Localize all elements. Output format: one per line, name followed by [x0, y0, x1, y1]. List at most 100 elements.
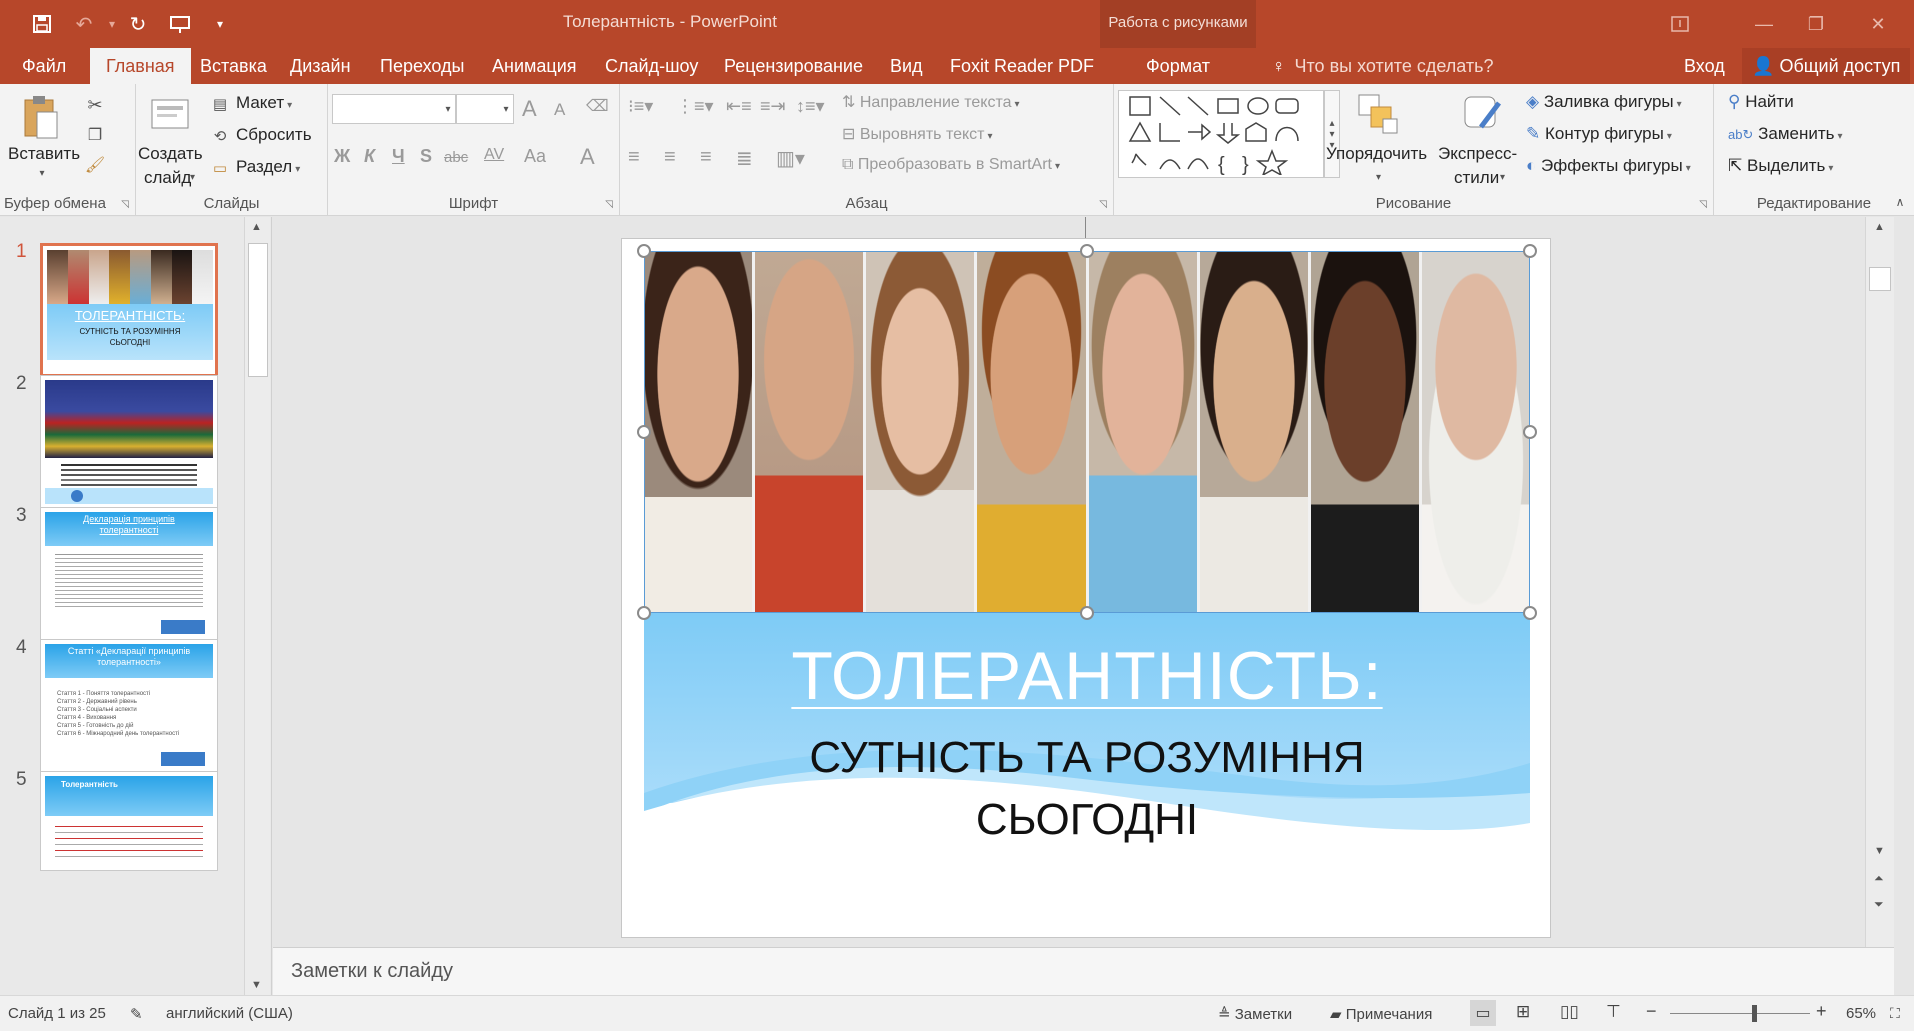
- zoom-slider-thumb[interactable]: [1751, 1005, 1757, 1022]
- close-icon[interactable]: ✕: [1856, 8, 1900, 40]
- signin-link[interactable]: Вход: [1684, 48, 1725, 84]
- shrink-font-button[interactable]: A: [554, 100, 565, 120]
- zoom-level[interactable]: 65%: [1846, 1005, 1876, 1022]
- arrange-icon[interactable]: [1354, 90, 1402, 138]
- paste-dropdown-icon[interactable]: ▾: [36, 168, 48, 179]
- resize-handle-e[interactable]: [1523, 425, 1537, 439]
- new-slide-label-2[interactable]: слайд: [144, 168, 191, 188]
- scroll-up-icon[interactable]: ▲: [251, 221, 262, 233]
- resize-handle-se[interactable]: [1523, 606, 1537, 620]
- font-name-dropdown-icon[interactable]: ▾: [440, 96, 456, 122]
- reset-icon[interactable]: ⟲: [210, 126, 230, 146]
- fit-slide-icon[interactable]: ⛶: [1890, 1005, 1900, 1022]
- tab-foxit[interactable]: Foxit Reader PDF: [950, 48, 1094, 84]
- select-button[interactable]: ⇱ Выделить ▾: [1728, 156, 1833, 176]
- tab-file[interactable]: Файл: [22, 48, 66, 84]
- resize-handle-nw[interactable]: [637, 244, 651, 258]
- resize-handle-sw[interactable]: [637, 606, 651, 620]
- spellcheck-icon[interactable]: ✎: [130, 1005, 143, 1023]
- slide-thumbnail-4[interactable]: Статті «Декларації принципів толерантнос…: [40, 639, 218, 773]
- align-left-icon[interactable]: ≡: [628, 146, 640, 169]
- format-painter-icon[interactable]: 🖌: [84, 154, 106, 176]
- bold-button[interactable]: Ж: [334, 146, 350, 167]
- scroll-down-icon[interactable]: ▼: [251, 979, 262, 991]
- shape-fill-button[interactable]: ◈ Заливка фигуры ▾: [1526, 92, 1682, 112]
- quick-styles-label-1[interactable]: Экспресс-: [1438, 144, 1517, 164]
- section-icon[interactable]: ▭: [210, 158, 230, 178]
- comments-toggle[interactable]: ▰ Примечания: [1330, 1005, 1432, 1023]
- quick-styles-dropdown-icon[interactable]: ▾: [1500, 172, 1505, 183]
- new-slide-label-1[interactable]: Создать: [138, 144, 203, 164]
- arrange-dropdown-icon[interactable]: ▾: [1376, 172, 1381, 183]
- justify-icon[interactable]: ≣: [736, 146, 753, 171]
- numbering-icon[interactable]: ⋮≡▾: [676, 96, 714, 117]
- normal-view-icon[interactable]: ▭: [1470, 1000, 1496, 1026]
- clear-format-icon[interactable]: ⌫: [586, 96, 609, 116]
- layout-icon[interactable]: ▤: [210, 94, 230, 114]
- scroll-thumb[interactable]: [248, 243, 268, 377]
- resize-handle-w[interactable]: [637, 425, 651, 439]
- notes-placeholder[interactable]: Заметки к слайду: [291, 960, 453, 983]
- scroll-thumb[interactable]: [1869, 267, 1891, 291]
- italic-button[interactable]: К: [364, 146, 375, 167]
- tab-format[interactable]: Формат: [1146, 48, 1210, 84]
- quick-styles-icon[interactable]: [1458, 90, 1506, 138]
- thumbnails-scrollbar[interactable]: ▲ ▼: [244, 217, 270, 995]
- align-right-icon[interactable]: ≡: [700, 146, 712, 169]
- previous-slide-icon[interactable]: ⏶: [1874, 871, 1884, 886]
- ribbon-display-icon[interactable]: [1658, 8, 1702, 40]
- shape-outline-button[interactable]: ✎ Контур фигуры ▾: [1526, 124, 1672, 144]
- decrease-indent-icon[interactable]: ⇤≡: [726, 96, 752, 117]
- resize-handle-s[interactable]: [1080, 606, 1094, 620]
- bullets-icon[interactable]: ⁝≡▾: [628, 96, 653, 117]
- slide-thumbnail-3[interactable]: Декларація принципів толерантності: [40, 507, 218, 641]
- share-button[interactable]: 👤 Общий доступ: [1742, 48, 1911, 84]
- grow-font-button[interactable]: A: [522, 96, 537, 122]
- notes-pane[interactable]: Заметки к слайду: [273, 947, 1894, 995]
- tab-home[interactable]: Главная: [90, 48, 191, 84]
- font-name-combo[interactable]: [332, 94, 456, 124]
- people-photo[interactable]: [644, 251, 1530, 613]
- slide-thumbnail-1[interactable]: ТОЛЕРАНТНІСТЬ: СУТНІСТЬ ТА РОЗУМІННЯ СЬО…: [40, 243, 218, 377]
- smartart-button[interactable]: ⧉ Преобразовать в SmartArt ▾: [842, 156, 1060, 174]
- editor-scrollbar[interactable]: ▲ ▼ ⏶ ⏷: [1865, 217, 1894, 947]
- section-button[interactable]: Раздел ▾: [236, 157, 300, 177]
- slide-sorter-icon[interactable]: ⊞: [1516, 1002, 1530, 1022]
- scroll-up-icon[interactable]: ▲: [1874, 221, 1885, 233]
- new-slide-icon[interactable]: [148, 92, 192, 136]
- quick-styles-label-2[interactable]: стили: [1454, 168, 1499, 188]
- resize-handle-ne[interactable]: [1523, 244, 1537, 258]
- collapse-ribbon-icon[interactable]: ∧: [1890, 192, 1910, 212]
- scroll-down-icon[interactable]: ▼: [1874, 845, 1885, 857]
- columns-icon[interactable]: ▥▾: [776, 146, 805, 171]
- shadow-button[interactable]: S: [420, 146, 432, 167]
- cut-icon[interactable]: ✂: [84, 94, 106, 116]
- change-case-button[interactable]: Aa: [524, 146, 546, 167]
- zoom-in-icon[interactable]: +: [1816, 1001, 1827, 1022]
- current-slide[interactable]: ТОЛЕРАНТНІСТЬ: СУТНІСТЬ ТА РОЗУМІННЯ СЬО…: [621, 238, 1551, 938]
- copy-icon[interactable]: ❐: [84, 124, 106, 146]
- language-indicator[interactable]: английский (США): [166, 1005, 293, 1022]
- notes-toggle[interactable]: ≜ Заметки: [1218, 1005, 1292, 1023]
- reset-button[interactable]: Сбросить: [236, 125, 312, 145]
- clipboard-launcher-icon[interactable]: ◹: [121, 199, 129, 210]
- font-launcher-icon[interactable]: ◹: [605, 199, 613, 210]
- resize-handle-n[interactable]: [1080, 244, 1094, 258]
- underline-button[interactable]: Ч: [392, 146, 405, 167]
- reading-view-icon[interactable]: ▯▯: [1560, 1002, 1579, 1022]
- layout-button[interactable]: Макет ▾: [236, 93, 292, 113]
- paste-label[interactable]: Вставить: [8, 144, 80, 164]
- slide-thumbnail-2[interactable]: [40, 375, 218, 509]
- find-button[interactable]: ⚲ Найти: [1728, 92, 1794, 112]
- zoom-slider[interactable]: [1670, 1005, 1810, 1022]
- char-spacing-button[interactable]: AV: [484, 146, 504, 164]
- maximize-icon[interactable]: ❐: [1794, 8, 1838, 40]
- slide-thumbnail-5[interactable]: Толерантність: [40, 771, 218, 871]
- align-text-button[interactable]: ⊟ Выровнять текст ▾: [842, 124, 993, 144]
- align-center-icon[interactable]: ≡: [664, 146, 676, 169]
- next-slide-icon[interactable]: ⏷: [1874, 897, 1884, 912]
- tab-design[interactable]: Дизайн: [290, 48, 351, 84]
- slide-title[interactable]: ТОЛЕРАНТНІСТЬ:: [644, 637, 1530, 715]
- line-spacing-icon[interactable]: ↕≡▾: [796, 96, 825, 117]
- tab-transitions[interactable]: Переходы: [380, 48, 464, 84]
